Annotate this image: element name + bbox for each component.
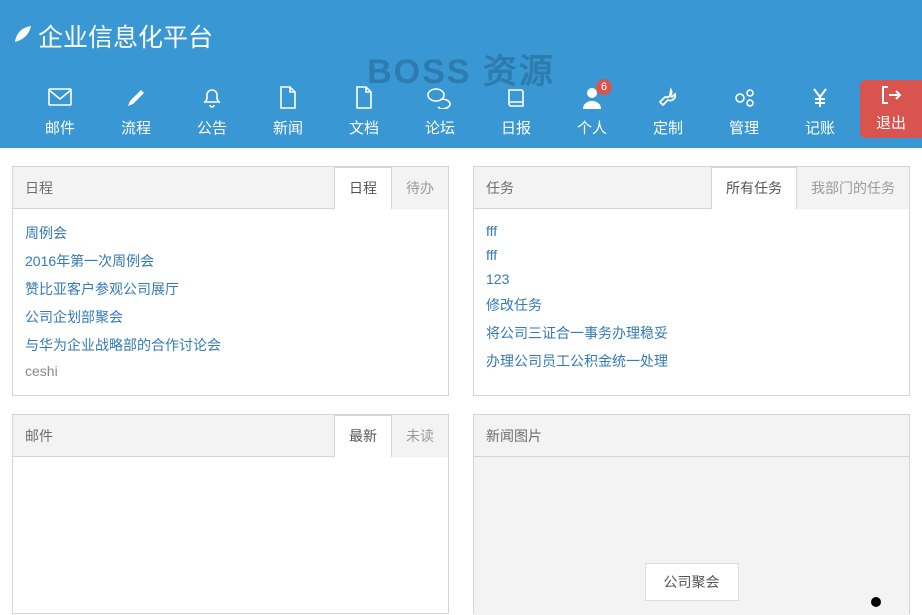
panel-title: 邮件 [25,426,53,446]
book-icon [478,85,554,111]
tasks-panel: 任务 所有任务 我部门的任务 fff fff 123 修改任务 将公司三证合一事… [473,166,910,396]
nav-label: 邮件 [22,117,98,138]
nav-label: 定制 [630,117,706,138]
nav-daily[interactable]: 日报 [478,85,554,138]
nav-label: 文档 [326,117,402,138]
brand-title: 企业信息化平台 [38,18,213,54]
tab-all-tasks[interactable]: 所有任务 [711,167,796,210]
tab-unread[interactable]: 未读 [391,415,448,457]
panel-title: 任务 [486,178,514,198]
panel-header: 新闻图片 [474,415,909,457]
list-item[interactable]: 办理公司员工公积金统一处理 [486,347,897,375]
list-item[interactable]: 123 [486,267,897,291]
news-panel: 新闻图片 公司聚会 [473,414,910,614]
schedule-tabs: 日程 待办 [334,167,448,209]
bell-icon [174,85,250,111]
nav-label: 公告 [174,117,250,138]
panel-header: 日程 日程 待办 [13,167,448,209]
tab-my-dept-tasks[interactable]: 我部门的任务 [796,167,909,209]
nav-label: 新闻 [250,117,326,138]
nav-docs[interactable]: 文档 [326,85,402,138]
news-caption[interactable]: 公司聚会 [645,563,739,601]
tab-schedule[interactable]: 日程 [334,167,391,210]
list-item[interactable]: 赞比亚客户参观公司展厅 [25,275,436,303]
tasks-list: fff fff 123 修改任务 将公司三证合一事务办理稳妥 办理公司员工公积金… [474,209,909,387]
envelope-icon [22,85,98,111]
list-item[interactable]: 公司企划部聚会 [25,303,436,331]
nav-label: 论坛 [402,117,478,138]
nav-personal[interactable]: 6 个人 [554,85,630,138]
nav-news[interactable]: 新闻 [250,85,326,138]
panel-header: 邮件 最新 未读 [13,415,448,457]
logout-label: 退出 [876,112,906,133]
carousel-dot[interactable] [871,597,881,607]
list-item[interactable]: fff [486,243,897,267]
nav-accounting[interactable]: 记账 [782,85,858,138]
news-image-area: 公司聚会 [474,457,909,615]
nav-forum[interactable]: 论坛 [402,85,478,138]
nav-label: 个人 [554,117,630,138]
nav-custom[interactable]: 定制 [630,85,706,138]
nav-label: 管理 [706,117,782,138]
panel-title: 新闻图片 [486,426,542,446]
list-item[interactable]: 修改任务 [486,291,897,319]
notification-badge: 6 [596,79,612,95]
comments-icon [402,85,478,111]
wrench-icon [630,85,706,111]
mail-panel: 邮件 最新 未读 [12,414,449,614]
cogs-icon [706,85,782,111]
nav-label: 日报 [478,117,554,138]
nav-mail[interactable]: 邮件 [22,85,98,138]
nav-label: 流程 [98,117,174,138]
list-item[interactable]: 周例会 [25,219,436,247]
tab-todo[interactable]: 待办 [391,167,448,209]
list-item[interactable]: 2016年第一次周例会 [25,247,436,275]
panel-title: 日程 [25,178,53,198]
yen-icon [782,85,858,111]
mail-tabs: 最新 未读 [334,415,448,457]
file-icon [250,85,326,111]
mail-list [13,457,448,479]
nav-process[interactable]: 流程 [98,85,174,138]
nav-manage[interactable]: 管理 [706,85,782,138]
schedule-panel: 日程 日程 待办 周例会 2016年第一次周例会 赞比亚客户参观公司展厅 公司企… [12,166,449,396]
nav-label: 记账 [782,117,858,138]
list-item[interactable]: ceshi [25,359,436,383]
list-item[interactable]: fff [486,219,897,243]
list-item[interactable]: 将公司三证合一事务办理稳妥 [486,319,897,347]
panel-header: 任务 所有任务 我部门的任务 [474,167,909,209]
tab-latest[interactable]: 最新 [334,415,391,458]
user-icon [554,85,630,111]
nav-notice[interactable]: 公告 [174,85,250,138]
schedule-list: 周例会 2016年第一次周例会 赞比亚客户参观公司展厅 公司企划部聚会 与华为企… [13,209,448,395]
document-icon [326,85,402,111]
dashboard-content: 日程 日程 待办 周例会 2016年第一次周例会 赞比亚客户参观公司展厅 公司企… [0,148,922,614]
tasks-tabs: 所有任务 我部门的任务 [711,167,909,209]
pencil-icon [98,85,174,111]
app-header: 企业信息化平台 BOSS 资源 邮件 流程 公告 新闻 [0,0,922,148]
signout-icon [880,85,902,108]
logout-button[interactable]: 退出 [860,80,922,138]
main-navbar: 邮件 流程 公告 新闻 文档 [0,73,922,138]
list-item[interactable]: 与华为企业战略部的合作讨论会 [25,331,436,359]
leaf-icon [10,21,38,52]
